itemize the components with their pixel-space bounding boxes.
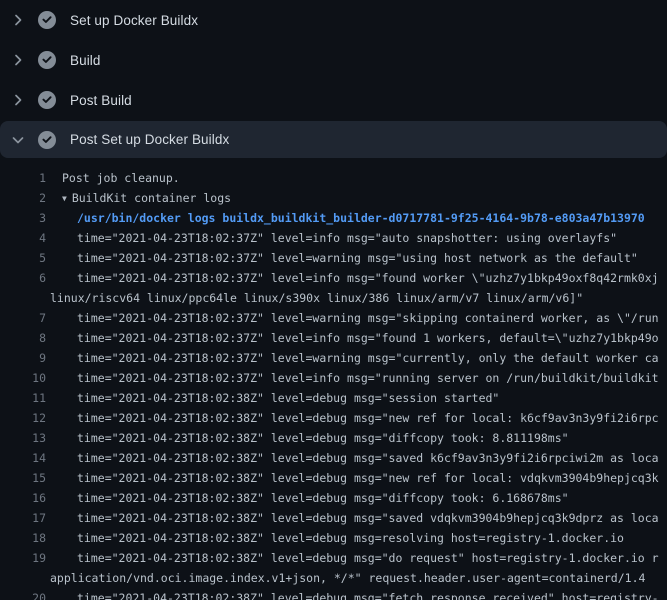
log-line-text: time="2021-04-23T18:02:38Z" level=debug … (0, 548, 667, 568)
log-line-number[interactable]: 8 (0, 328, 46, 348)
log-line-number[interactable]: 14 (0, 448, 46, 468)
log-line: 2 ▼ BuildKit container logs (0, 188, 667, 208)
log-line-number[interactable]: 1 (0, 168, 46, 188)
log-line: 14time="2021-04-23T18:02:38Z" level=debu… (0, 448, 667, 468)
step-label: Post Build (70, 93, 132, 108)
chevron-down-icon[interactable] (10, 132, 26, 148)
log-line: 3/usr/bin/docker logs buildx_buildkit_bu… (0, 208, 667, 228)
log-line-number[interactable]: 10 (0, 368, 46, 388)
log-line: 15time="2021-04-23T18:02:38Z" level=debu… (0, 468, 667, 488)
log-line: 18time="2021-04-23T18:02:38Z" level=debu… (0, 528, 667, 548)
log-line-text: time="2021-04-23T18:02:38Z" level=debug … (0, 428, 667, 448)
log-line-text: time="2021-04-23T18:02:37Z" level=warnin… (0, 308, 667, 328)
log-line: 20time="2021-04-23T18:02:38Z" level=debu… (0, 588, 667, 600)
log-line: application/vnd.oci.image.index.v1+json,… (0, 568, 667, 588)
log-line: 8time="2021-04-23T18:02:37Z" level=info … (0, 328, 667, 348)
triangle-down-icon: ▼ (62, 189, 67, 208)
log-line-number[interactable]: 3 (0, 208, 46, 228)
step-header-post-build[interactable]: Post Build (0, 80, 667, 120)
log-line: 11time="2021-04-23T18:02:38Z" level=debu… (0, 388, 667, 408)
log-lines-container: 1Post job cleanup.2 ▼ BuildKit container l… (0, 168, 667, 600)
log-line-text: application/vnd.oci.image.index.v1+json,… (0, 568, 667, 588)
log-line-text: time="2021-04-23T18:02:37Z" level=info m… (0, 268, 667, 288)
log-line: 17time="2021-04-23T18:02:38Z" level=debu… (0, 508, 667, 528)
log-line: 6time="2021-04-23T18:02:37Z" level=info … (0, 268, 667, 288)
log-line-text: time="2021-04-23T18:02:37Z" level=warnin… (0, 248, 667, 268)
log-line: 5time="2021-04-23T18:02:37Z" level=warni… (0, 248, 667, 268)
chevron-right-icon[interactable] (10, 12, 26, 28)
log-line-number[interactable]: 17 (0, 508, 46, 528)
log-line: 7time="2021-04-23T18:02:37Z" level=warni… (0, 308, 667, 328)
log-line-number[interactable]: 20 (0, 588, 46, 600)
log-line-text: time="2021-04-23T18:02:38Z" level=debug … (0, 408, 667, 428)
step-label: Set up Docker Buildx (70, 13, 198, 28)
log-line-text: Post job cleanup. (0, 168, 667, 188)
log-line-number[interactable]: 5 (0, 248, 46, 268)
log-line: 16time="2021-04-23T18:02:38Z" level=debu… (0, 488, 667, 508)
log-line-number[interactable]: 4 (0, 228, 46, 248)
step-header-set-up-docker-buildx[interactable]: Set up Docker Buildx (0, 0, 667, 40)
log-line-text: time="2021-04-23T18:02:38Z" level=debug … (0, 488, 667, 508)
log-line-text: linux/riscv64 linux/ppc64le linux/s390x … (0, 288, 667, 308)
log-line-number[interactable]: 16 (0, 488, 46, 508)
log-line-text: time="2021-04-23T18:02:37Z" level=info m… (0, 328, 667, 348)
chevron-right-icon[interactable] (10, 52, 26, 68)
log-line-text: time="2021-04-23T18:02:38Z" level=debug … (0, 508, 667, 528)
log-line-text: time="2021-04-23T18:02:37Z" level=warnin… (0, 348, 667, 368)
log-line-number[interactable]: 6 (0, 268, 46, 288)
log-line-number[interactable]: 13 (0, 428, 46, 448)
log-line-number[interactable]: 12 (0, 408, 46, 428)
log-line: 9time="2021-04-23T18:02:37Z" level=warni… (0, 348, 667, 368)
log-group-label: BuildKit container logs (72, 191, 231, 205)
chevron-right-icon[interactable] (10, 92, 26, 108)
log-line-text: time="2021-04-23T18:02:37Z" level=info m… (0, 228, 667, 248)
log-line-text: time="2021-04-23T18:02:38Z" level=debug … (0, 448, 667, 468)
step-completed-check-icon (38, 91, 56, 109)
log-line-number[interactable]: 19 (0, 548, 46, 568)
step-completed-check-icon (38, 51, 56, 69)
step-header-post-set-up-docker-buildx[interactable]: Post Set up Docker Buildx (0, 121, 667, 158)
log-line: 4time="2021-04-23T18:02:37Z" level=info … (0, 228, 667, 248)
step-completed-check-icon (38, 131, 56, 149)
step-completed-check-icon (38, 11, 56, 29)
log-line-text: time="2021-04-23T18:02:38Z" level=debug … (0, 588, 667, 600)
log-line: 1Post job cleanup. (0, 168, 667, 188)
log-line-text: time="2021-04-23T18:02:38Z" level=debug … (0, 468, 667, 488)
step-label: Post Set up Docker Buildx (70, 132, 229, 147)
log-line-number[interactable]: 9 (0, 348, 46, 368)
log-line-text: time="2021-04-23T18:02:38Z" level=debug … (0, 528, 667, 548)
log-line-number[interactable]: 11 (0, 388, 46, 408)
log-line-number[interactable]: 2 (0, 188, 46, 208)
log-line: linux/riscv64 linux/ppc64le linux/s390x … (0, 288, 667, 308)
log-group-toggle[interactable]: ▼ BuildKit container logs (0, 188, 667, 208)
log-line: 19time="2021-04-23T18:02:38Z" level=debu… (0, 548, 667, 568)
log-line-number[interactable]: 18 (0, 528, 46, 548)
step-header-build[interactable]: Build (0, 40, 667, 80)
workflow-steps-list: Set up Docker Buildx Build Post Build Post … (0, 0, 667, 158)
log-line-number[interactable]: 15 (0, 468, 46, 488)
log-command-text: /usr/bin/docker logs buildx_buildkit_bui… (0, 208, 667, 228)
log-line-text: time="2021-04-23T18:02:38Z" level=debug … (0, 388, 667, 408)
step-label: Build (70, 53, 101, 68)
log-line: 10time="2021-04-23T18:02:37Z" level=info… (0, 368, 667, 388)
log-line-number[interactable]: 7 (0, 308, 46, 328)
log-line-text: time="2021-04-23T18:02:37Z" level=info m… (0, 368, 667, 388)
log-line: 13time="2021-04-23T18:02:38Z" level=debu… (0, 428, 667, 448)
log-line: 12time="2021-04-23T18:02:38Z" level=debu… (0, 408, 667, 428)
